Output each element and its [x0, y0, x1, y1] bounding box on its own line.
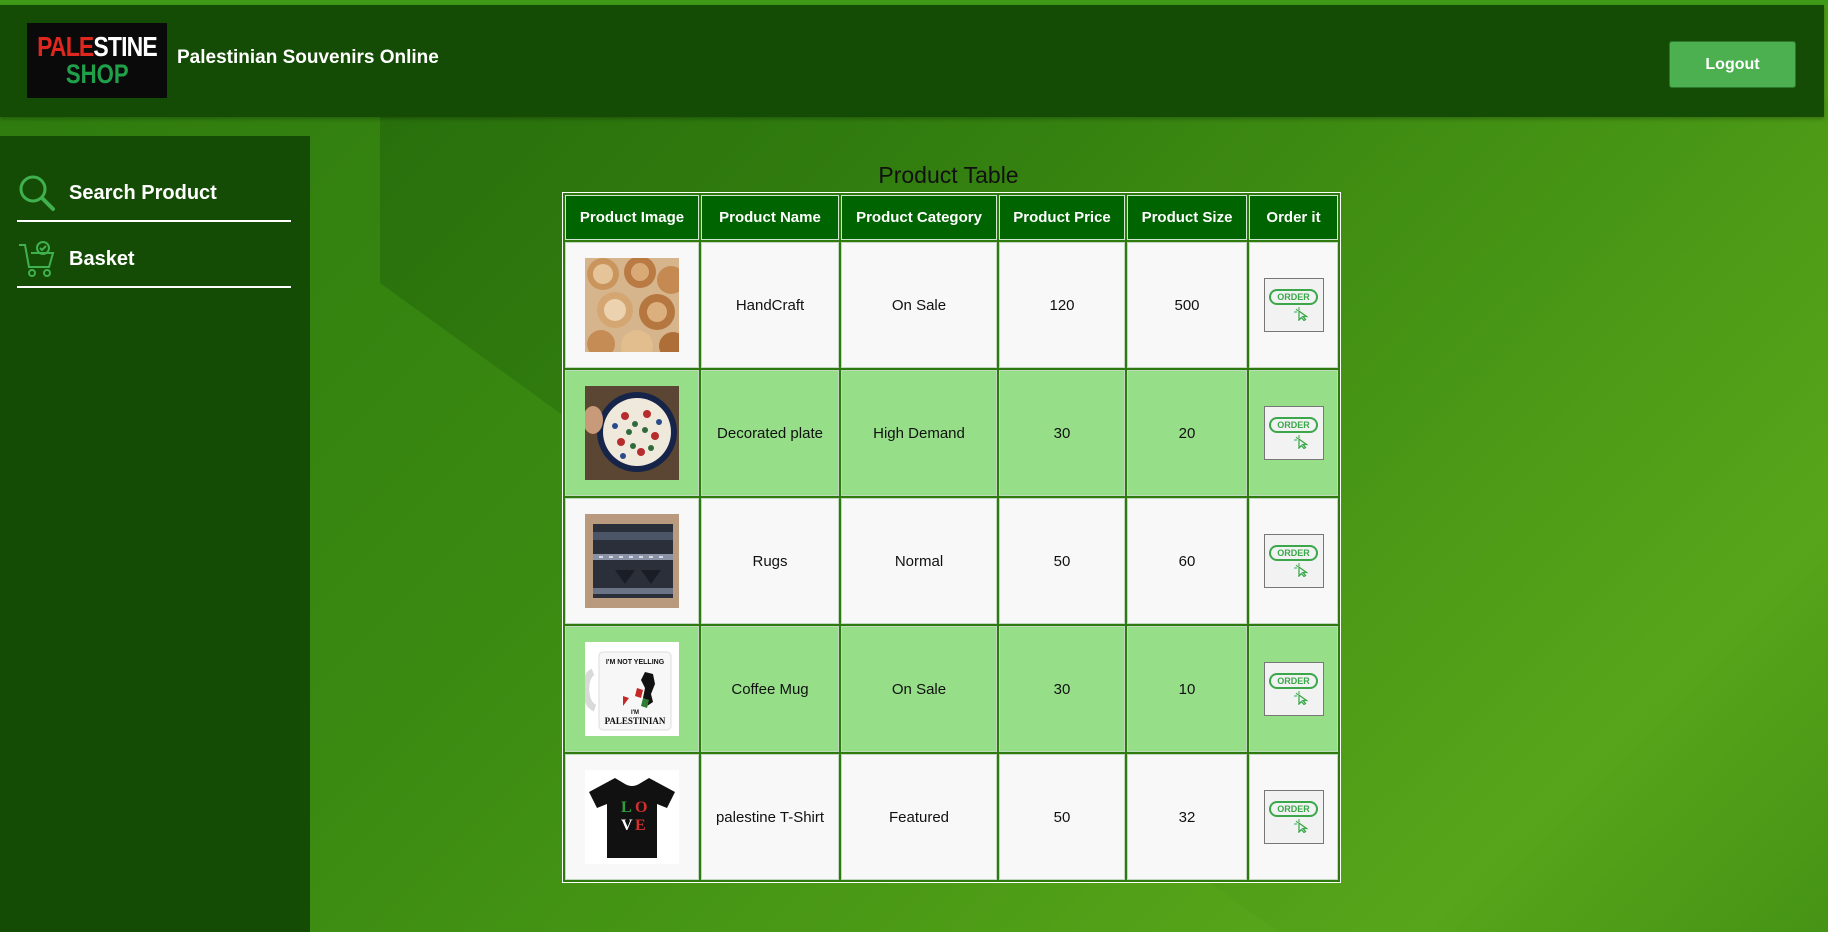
product-size: 500 [1127, 242, 1247, 368]
order-cell: ORDER [1249, 370, 1338, 496]
order-label: ORDER [1269, 289, 1318, 305]
shirt-letter-e: E [635, 817, 646, 834]
cart-icon [17, 239, 57, 279]
column-header: Product Name [701, 195, 839, 240]
order-button[interactable]: ORDER [1263, 534, 1324, 588]
product-name: palestine T-Shirt [701, 754, 839, 880]
sidebar-item-label: Search Product [69, 181, 217, 204]
order-cell: ORDER [1249, 242, 1338, 368]
table-header-row: Product Image Product Name Product Categ… [565, 195, 1338, 240]
product-price: 50 [999, 498, 1125, 624]
order-cell: ORDER [1249, 754, 1338, 880]
mug-text-palestinian: PALESTINIAN [605, 716, 666, 726]
order-cell: ORDER [1249, 498, 1338, 624]
product-price: 50 [999, 754, 1125, 880]
click-cursor-icon [1293, 563, 1308, 577]
order-cell: ORDER [1249, 626, 1338, 752]
page-header: PALESTINE SHOP Palestinian Souvenirs Onl… [0, 5, 1824, 117]
product-image-cell [565, 370, 699, 496]
click-cursor-icon [1293, 307, 1308, 321]
shop-logo[interactable]: PALESTINE SHOP [27, 23, 167, 98]
product-name: Decorated plate [701, 370, 839, 496]
order-button[interactable]: ORDER [1263, 790, 1324, 844]
column-header: Product Category [841, 195, 997, 240]
product-name: Coffee Mug [701, 626, 839, 752]
logo-text-white: STINE [93, 31, 157, 62]
table-title: Product Table [878, 162, 1019, 188]
product-image-cell [565, 242, 699, 368]
site-title: Palestinian Souvenirs Online [177, 47, 439, 68]
product-name: HandCraft [701, 242, 839, 368]
product-category: Featured [841, 754, 997, 880]
logout-button[interactable]: Logout [1669, 41, 1796, 88]
order-label: ORDER [1269, 801, 1318, 817]
click-cursor-icon [1293, 435, 1308, 449]
product-size: 20 [1127, 370, 1247, 496]
shirt-letter-v: V [621, 817, 633, 834]
shirt-letter-o: O [635, 799, 647, 816]
click-cursor-icon [1293, 691, 1308, 705]
product-image-cell: L O V E [565, 754, 699, 880]
sidebar: Search Product Basket [0, 136, 310, 932]
order-button[interactable]: ORDER [1263, 662, 1324, 716]
sidebar-item-label: Basket [69, 247, 135, 270]
order-button[interactable]: ORDER [1263, 406, 1324, 460]
product-price: 30 [999, 370, 1125, 496]
sidebar-item-basket[interactable]: Basket [17, 232, 291, 288]
order-button[interactable]: ORDER [1263, 278, 1324, 332]
product-category: On Sale [841, 626, 997, 752]
order-label: ORDER [1269, 673, 1318, 689]
product-category: On Sale [841, 242, 997, 368]
order-label: ORDER [1269, 545, 1318, 561]
product-table: Product Image Product Name Product Categ… [562, 192, 1341, 883]
product-price: 120 [999, 242, 1125, 368]
product-size: 10 [1127, 626, 1247, 752]
table-row: Rugs Normal 50 60 ORDER [565, 498, 1338, 624]
table-row: I'M NOT YELLING I'M PALESTINIAN Coffee M… [565, 626, 1338, 752]
logo-text-shop: SHOP [65, 59, 129, 89]
column-header: Product Image [565, 195, 699, 240]
tshirt-image[interactable]: L O V E [585, 770, 679, 864]
product-price: 30 [999, 626, 1125, 752]
order-label: ORDER [1269, 417, 1318, 433]
column-header: Order it [1249, 195, 1338, 240]
table-row: Decorated plate High Demand 30 20 ORDER [565, 370, 1338, 496]
click-cursor-icon [1293, 819, 1308, 833]
decorated-plate-image[interactable] [585, 386, 679, 480]
mug-text-top: I'M NOT YELLING [606, 659, 665, 666]
product-name: Rugs [701, 498, 839, 624]
product-image-cell: I'M NOT YELLING I'M PALESTINIAN [565, 626, 699, 752]
column-header: Product Size [1127, 195, 1247, 240]
shirt-letter-l: L [621, 799, 632, 816]
table-row: L O V E palestine T-Shirt Featured 50 32… [565, 754, 1338, 880]
sidebar-item-search-product[interactable]: Search Product [17, 166, 291, 222]
rug-image[interactable] [585, 514, 679, 608]
product-image-cell [565, 498, 699, 624]
product-size: 32 [1127, 754, 1247, 880]
logo-text-red: PALE [37, 31, 94, 62]
product-category: Normal [841, 498, 997, 624]
wooden-bowls-image[interactable] [585, 258, 679, 352]
coffee-mug-image[interactable]: I'M NOT YELLING I'M PALESTINIAN [585, 642, 679, 736]
column-header: Product Price [999, 195, 1125, 240]
product-category: High Demand [841, 370, 997, 496]
product-size: 60 [1127, 498, 1247, 624]
table-row: HandCraft On Sale 120 500 ORDER [565, 242, 1338, 368]
search-icon [17, 173, 57, 213]
